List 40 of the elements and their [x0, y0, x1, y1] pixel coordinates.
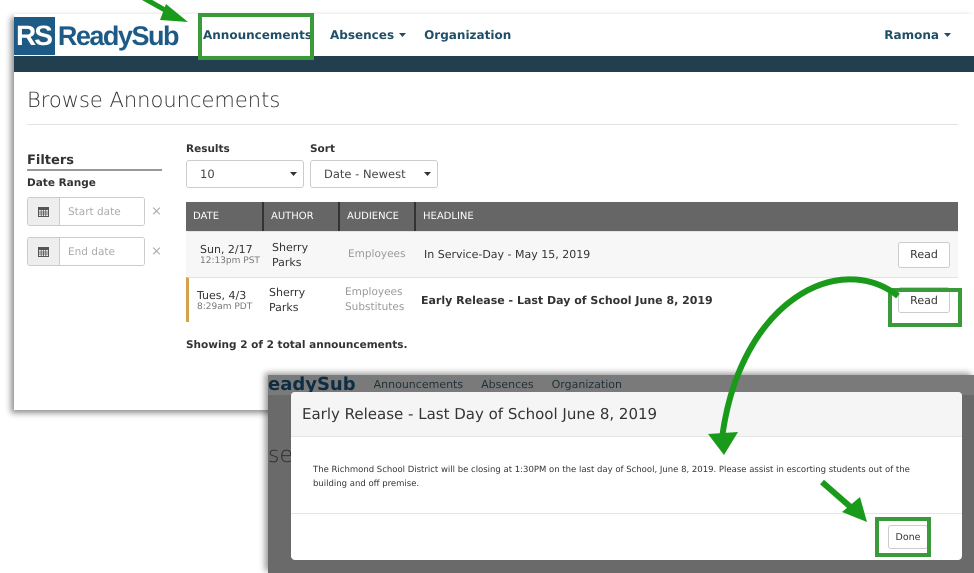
date-field[interactable]: Start date [27, 197, 145, 226]
results-summary: Showing 2 of 2 total announcements. [186, 339, 408, 351]
calendar-icon [38, 206, 49, 217]
calendar-icon [38, 246, 49, 257]
sort-label: Sort [310, 143, 336, 155]
date-field[interactable]: End date [27, 237, 145, 266]
date-range-label: Date Range [27, 177, 97, 189]
user-menu[interactable]: Ramona [875, 28, 960, 42]
results-select[interactable]: 10 [186, 160, 304, 188]
page-title: Browse Announcements [27, 88, 958, 125]
author-text: Parks [269, 300, 300, 315]
done-button[interactable]: Done [888, 525, 928, 549]
results-label: Results [186, 143, 231, 155]
nav-link[interactable]: Organization [415, 28, 520, 42]
readysub-logo: RS ReadySub [14, 17, 180, 55]
highlight-frame [875, 517, 931, 557]
audience-text: Employees [348, 247, 406, 262]
pointer-arrow [820, 480, 867, 522]
caret-icon [290, 172, 297, 176]
nav-link[interactable]: Absences [320, 28, 416, 42]
audience-text: Substitutes [345, 300, 406, 315]
faded-title: se [268, 443, 293, 468]
filters-heading: Filters [27, 153, 162, 171]
date-text: Tues, 4/3 [197, 288, 248, 302]
audience-text: Employees [345, 285, 404, 300]
date-text: Sun, 2/17 [200, 243, 254, 256]
read-button[interactable]: Read [898, 242, 950, 268]
headline-text: In Service-Day - May 15, 2019 [423, 248, 592, 261]
author-text: Sherry [269, 285, 306, 300]
time-text: 12:13pm PST [200, 256, 261, 266]
author-text: Parks [272, 254, 303, 270]
nav-link[interactable]: Announcements [194, 28, 321, 42]
headline-text: Early Release - Last Day of School June 8, 2019 [420, 294, 714, 306]
sort-select[interactable]: Date - Newest [310, 160, 438, 188]
caret-icon [424, 172, 431, 176]
column-header: DATE [192, 210, 220, 224]
dialog-title: Early Release - Last Day of School June 8, 2019 [291, 392, 962, 437]
logo-fragment: eadySub [268, 375, 356, 395]
time-text: 8:29am PDT [197, 302, 254, 312]
author-text: Sherry [272, 240, 310, 254]
